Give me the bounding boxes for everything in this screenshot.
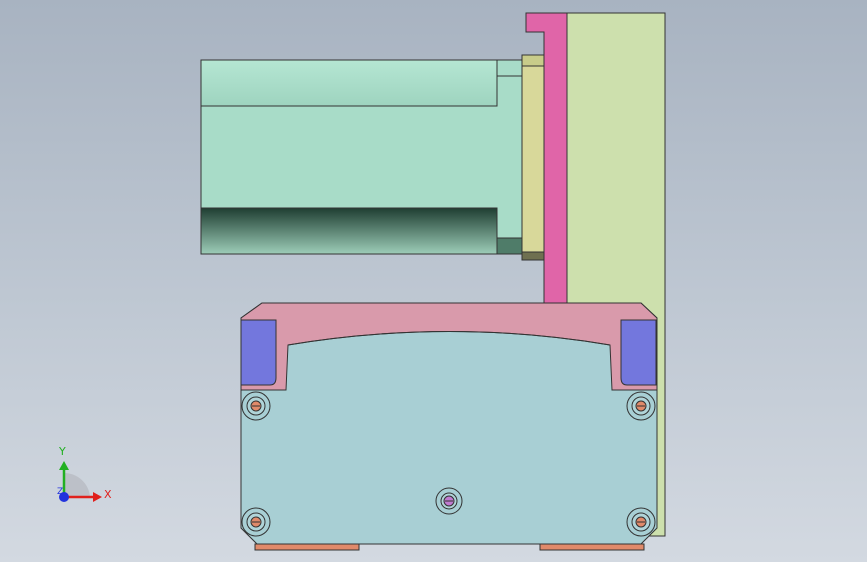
bottom-tab-left [254, 543, 360, 551]
motor-top-strip [200, 59, 498, 107]
bottom-tab-right [539, 543, 645, 551]
right-pocket [620, 319, 657, 386]
z-axis-label: Z [57, 487, 63, 497]
motor-shadow-strip [200, 207, 498, 255]
cad-viewport[interactable]: X Y Z [0, 0, 867, 562]
motor-body[interactable] [200, 59, 523, 255]
axis-triad: X Y Z [57, 445, 112, 502]
left-pocket [240, 319, 277, 386]
gearbox-housing[interactable] [240, 302, 658, 551]
x-axis-label: X [104, 488, 112, 501]
y-axis-label: Y [58, 445, 66, 458]
motor-flange[interactable] [521, 54, 545, 261]
